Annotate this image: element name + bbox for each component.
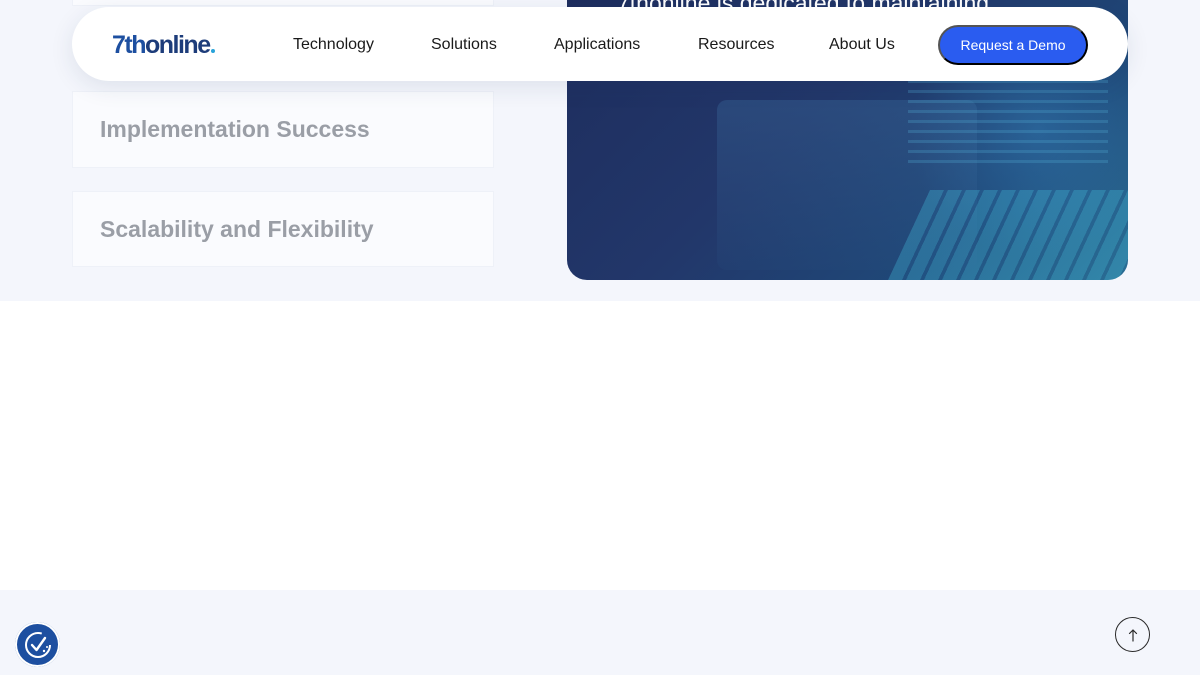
accordion-item-implementation-success[interactable]: Implementation Success	[72, 91, 494, 168]
accordion-item-previous[interactable]	[72, 0, 494, 6]
accordion-item-label: Scalability and Flexibility	[100, 215, 374, 242]
scroll-to-top-button[interactable]	[1115, 617, 1150, 652]
accordion-item-label: Implementation Success	[100, 116, 370, 142]
keyboard-image	[888, 190, 1128, 280]
accordion-item-scalability-flexibility[interactable]: Scalability and Flexibility	[72, 191, 494, 267]
nav-technology[interactable]: Technology	[293, 35, 374, 55]
brand-logo[interactable]: 7thonline	[112, 31, 215, 59]
logo-text-7th: 7th	[112, 31, 147, 59]
footer-section	[0, 590, 1200, 675]
accessibility-button[interactable]	[15, 622, 60, 667]
nav-resources[interactable]: Resources	[698, 35, 774, 55]
arrow-up-icon	[1128, 628, 1137, 642]
nav-applications[interactable]: Applications	[554, 35, 640, 55]
request-demo-button[interactable]: Request a Demo	[938, 25, 1088, 65]
logo-dot	[210, 49, 215, 53]
nav-solutions[interactable]: Solutions	[431, 35, 497, 55]
nav-about-us[interactable]: About Us	[829, 35, 895, 55]
main-navbar: 7thonline Technology Solutions Applicati…	[72, 7, 1128, 81]
accessibility-icon	[24, 631, 51, 658]
logo-text-online: online	[145, 31, 211, 59]
